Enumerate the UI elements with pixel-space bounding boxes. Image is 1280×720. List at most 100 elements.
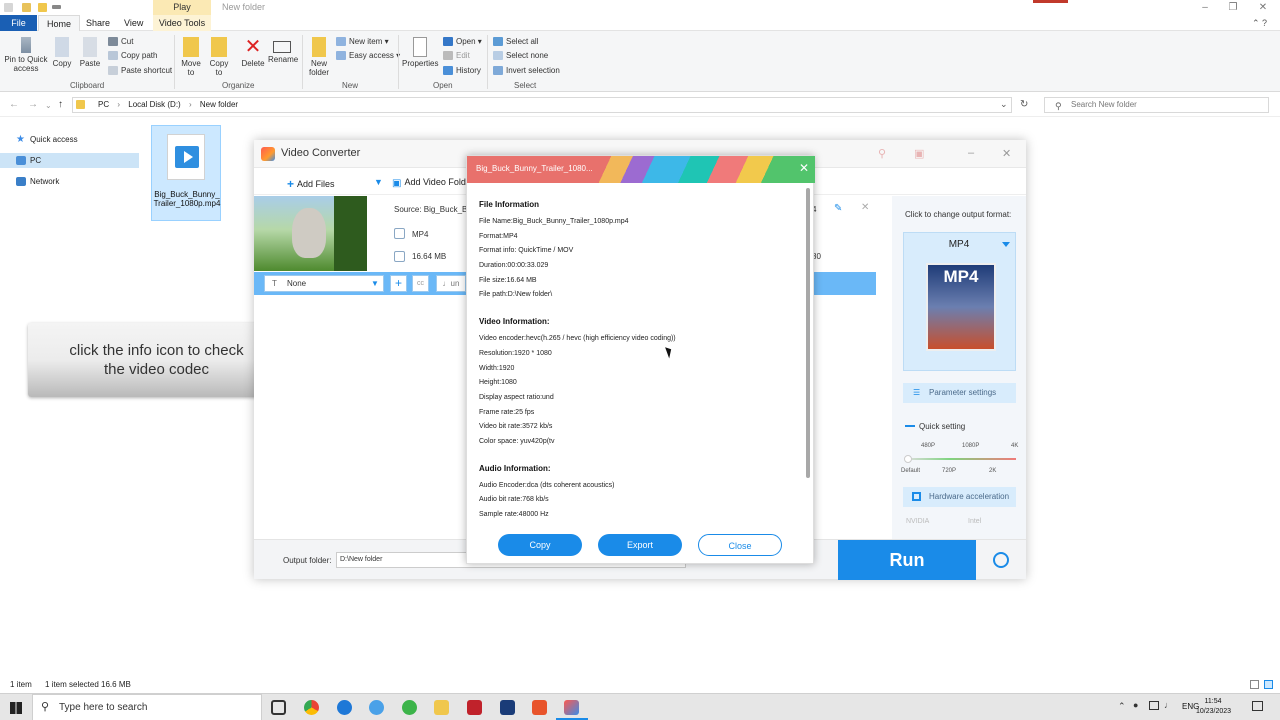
add-files-button[interactable]: + Add Files: [287, 177, 335, 191]
nav-quick-access[interactable]: ★ Quick access: [0, 132, 139, 147]
cc-icon[interactable]: cc: [412, 275, 429, 292]
nav-network[interactable]: Network: [0, 174, 139, 189]
search-input[interactable]: Search New folder: [1044, 97, 1269, 113]
copy-to-button[interactable]: Copy to: [206, 37, 232, 77]
cart-icon[interactable]: ▣: [914, 147, 924, 160]
select-none-button[interactable]: Select none: [493, 50, 548, 61]
breadcrumb-local-disk[interactable]: Local Disk (D:): [128, 100, 180, 109]
run-button[interactable]: Run: [838, 540, 976, 580]
minimize-icon[interactable]: –: [1190, 0, 1220, 15]
back-icon[interactable]: ←: [9, 99, 19, 110]
hardware-acceleration-button[interactable]: Hardware acceleration: [903, 487, 1016, 507]
play-context-tab[interactable]: Play: [153, 0, 211, 15]
app-icon-red[interactable]: [467, 700, 482, 715]
help-icon[interactable]: ⌃ ?: [1252, 18, 1267, 29]
source-label: Source: Big_Buck_B: [394, 205, 468, 214]
key-icon[interactable]: ⚲: [878, 147, 886, 160]
intel-chip[interactable]: Intel: [968, 518, 981, 525]
app-icon-orange[interactable]: [532, 700, 547, 715]
alarm-clock-icon[interactable]: [993, 552, 1009, 568]
dialog-scrollbar-thumb[interactable]: [806, 188, 810, 478]
rename-button[interactable]: Rename: [268, 37, 298, 64]
chrome-icon[interactable]: [304, 700, 319, 715]
easy-access-button[interactable]: Easy access ▾: [336, 50, 400, 61]
file-explorer-icon[interactable]: [434, 700, 449, 715]
tab-video-tools[interactable]: Video Tools: [153, 15, 211, 31]
add-subtitle-icon[interactable]: +: [390, 275, 407, 292]
windows-start-icon[interactable]: [10, 702, 22, 714]
history-button[interactable]: History: [443, 65, 481, 76]
copy-info-button[interactable]: Copy: [498, 534, 582, 556]
remove-item-icon[interactable]: ✕: [861, 202, 869, 213]
cut-button[interactable]: Cut: [108, 36, 133, 47]
tab-file[interactable]: File: [0, 15, 37, 31]
select-all-button[interactable]: Select all: [493, 36, 538, 47]
vc-minimize-icon[interactable]: –: [968, 147, 974, 159]
audio-track-select[interactable]: ♩un: [436, 275, 466, 292]
paste-shortcut-button[interactable]: Paste shortcut: [108, 65, 172, 76]
forward-icon[interactable]: →: [28, 99, 38, 110]
open-button[interactable]: Open ▾: [443, 36, 482, 47]
tab-share[interactable]: Share: [78, 15, 118, 31]
address-dropdown-icon[interactable]: ⌄: [1000, 99, 1008, 110]
maximize-icon[interactable]: ❐: [1218, 0, 1248, 15]
parameter-settings-button[interactable]: ☰ Parameter settings: [903, 383, 1016, 403]
clock[interactable]: 11:54 10/23/2023: [1196, 697, 1232, 717]
clock-date: 10/23/2023: [1196, 708, 1232, 715]
edit-button[interactable]: Edit: [443, 50, 470, 61]
search-icon: ⚲: [41, 701, 50, 713]
copy-path-button[interactable]: Copy path: [108, 50, 157, 61]
tab-home[interactable]: Home: [38, 15, 81, 31]
delete-button[interactable]: ✕ Delete: [240, 37, 266, 68]
notifications-icon[interactable]: [1252, 701, 1263, 711]
refresh-icon[interactable]: ↻: [1020, 99, 1028, 110]
output-format-card[interactable]: MP4 MP4: [903, 232, 1016, 371]
file-item[interactable]: Big_Buck_Bunny_Trailer_1080p.mp4: [151, 125, 221, 221]
new-folder-icon[interactable]: [38, 3, 47, 12]
network-tray-icon[interactable]: [1149, 701, 1159, 710]
new-item-button[interactable]: New item ▾: [336, 36, 389, 47]
breadcrumb-pc[interactable]: PC: [98, 100, 109, 109]
up-icon[interactable]: ↑: [58, 99, 63, 110]
edit-pencil-icon[interactable]: ✎: [834, 203, 842, 214]
microphone-icon[interactable]: ●: [1133, 700, 1138, 710]
task-view-icon[interactable]: [271, 700, 286, 715]
large-icons-view-icon[interactable]: [1264, 680, 1273, 689]
breadcrumb-new-folder[interactable]: New folder: [200, 100, 238, 109]
move-to-button[interactable]: Move to: [178, 37, 204, 77]
copy-button[interactable]: Copy: [52, 37, 72, 68]
nvidia-chip[interactable]: NVIDIA: [906, 518, 929, 525]
add-video-folder-button[interactable]: ▣ Add Video Fold: [392, 177, 466, 189]
close-icon[interactable]: ✕: [1248, 0, 1278, 15]
properties-button[interactable]: Properties: [402, 37, 438, 68]
subtitle-select[interactable]: T None ▼: [264, 275, 384, 292]
video-thumbnail[interactable]: [254, 196, 367, 271]
pin-icon: [21, 37, 31, 53]
dialog-close-icon[interactable]: ✕: [799, 161, 809, 175]
edge-icon[interactable]: [337, 700, 352, 715]
add-files-dropdown-icon[interactable]: ▼: [374, 177, 383, 187]
details-view-icon[interactable]: [1250, 680, 1259, 689]
quality-slider[interactable]: [906, 458, 1016, 460]
tray-chevron-icon[interactable]: ⌃: [1118, 701, 1126, 712]
quality-slider-handle[interactable]: [904, 455, 912, 463]
network-icon: [16, 177, 26, 186]
taskbar-search-input[interactable]: Type here to search: [32, 694, 262, 720]
properties-icon[interactable]: [22, 3, 31, 12]
video-converter-taskbar-icon[interactable]: [564, 700, 579, 715]
vc-close-icon[interactable]: ✕: [1002, 147, 1011, 160]
nav-pc[interactable]: PC: [0, 153, 139, 168]
close-dialog-button[interactable]: Close: [698, 534, 782, 556]
paste-button[interactable]: Paste: [79, 37, 101, 68]
recent-locations-icon[interactable]: ⌄: [45, 101, 52, 110]
tab-view[interactable]: View: [116, 15, 151, 31]
app-icon-bubble[interactable]: [369, 700, 384, 715]
customize-toolbar-icon[interactable]: [52, 5, 61, 9]
export-info-button[interactable]: Export: [598, 534, 682, 556]
app-icon-green[interactable]: [402, 700, 417, 715]
invert-selection-button[interactable]: Invert selection: [493, 65, 560, 76]
pin-quick-access-button[interactable]: Pin to Quick access: [4, 37, 48, 73]
new-folder-button[interactable]: New folder: [306, 37, 332, 77]
volume-icon[interactable]: ♩: [1164, 700, 1173, 710]
app-icon-navy[interactable]: [500, 700, 515, 715]
